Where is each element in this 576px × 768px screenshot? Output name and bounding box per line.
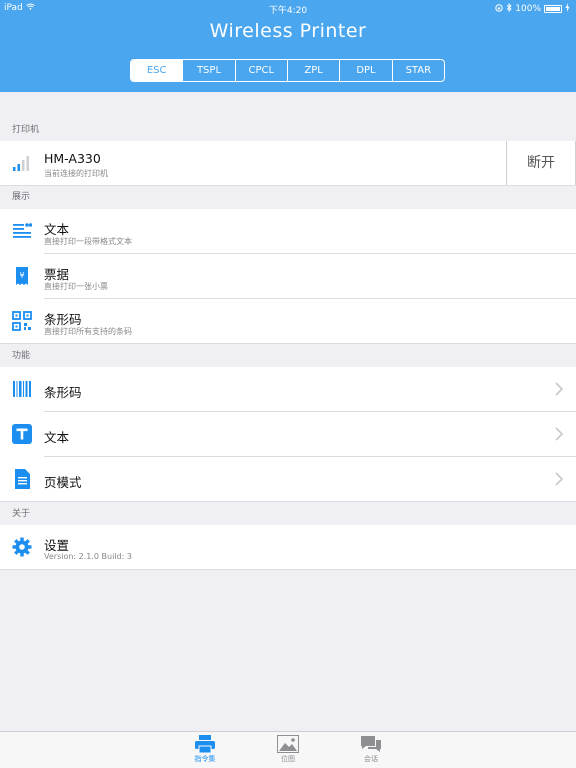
function-item-page-mode[interactable]: 页模式 <box>0 457 576 502</box>
function-item-title: 页模式 <box>44 475 82 490</box>
chevron-right-icon <box>555 427 564 441</box>
bluetooth-icon <box>506 2 512 15</box>
tab-label: 会话 <box>364 755 378 763</box>
segment-zpl[interactable]: ZPL <box>286 60 339 81</box>
demo-item-text[interactable]: 文本 直接打印一段带格式文本 <box>0 209 576 254</box>
demo-item-receipt[interactable]: ¥ 票据 直接打印一张小票 <box>0 254 576 299</box>
section-header-demo: 展示 <box>12 192 31 202</box>
section-header-functions: 功能 <box>12 351 31 361</box>
printer-icon <box>195 735 215 753</box>
demo-item-subtitle: 直接打印所有支持的条码 <box>44 327 132 336</box>
chevron-right-icon <box>555 382 564 396</box>
function-item-title: 文本 <box>44 430 70 445</box>
document-icon <box>15 469 30 489</box>
function-item-barcode[interactable]: 条形码 <box>0 367 576 412</box>
chat-icon <box>361 736 381 752</box>
section-header-printer: 打印机 <box>12 125 40 135</box>
signal-bars-icon <box>13 156 29 171</box>
demo-item-subtitle: 直接打印一张小票 <box>44 282 108 291</box>
divider <box>0 501 576 502</box>
svg-text:¥: ¥ <box>19 271 24 280</box>
battery-percent: 100% <box>515 4 541 14</box>
tab-bar: 指令集 位图 会话 <box>0 731 576 768</box>
status-bar: iPad 下午4:20 100% <box>0 0 576 16</box>
tab-label: 指令集 <box>194 755 216 763</box>
printer-name: HM-A330 <box>44 151 101 166</box>
function-item-text[interactable]: 文本 <box>0 412 576 457</box>
printer-subtitle: 当前连接的打印机 <box>44 169 108 178</box>
battery-icon <box>544 5 562 13</box>
page-title: Wireless Printer <box>209 20 367 42</box>
section-header-about: 关于 <box>12 509 31 519</box>
charging-icon <box>565 3 570 15</box>
version-text: Version: 2.1.0 Build: 3 <box>44 552 132 561</box>
status-right: 100% <box>495 2 570 15</box>
image-icon <box>277 735 299 753</box>
demo-item-barcode[interactable]: 条形码 直接打印所有支持的条码 <box>0 299 576 344</box>
command-set-segmented-control: ESC TSPL CPCL ZPL DPL STAR <box>130 59 445 82</box>
settings-row[interactable]: 设置 Version: 2.1.0 Build: 3 <box>0 525 576 570</box>
tab-command-set[interactable]: 指令集 <box>185 735 225 764</box>
nav-header: iPad 下午4:20 100% Wireless Printer ESC TS… <box>0 0 576 92</box>
segment-esc[interactable]: ESC <box>131 60 183 81</box>
disconnect-button[interactable]: 断开 <box>506 141 576 186</box>
segment-cpcl[interactable]: CPCL <box>234 60 287 81</box>
divider <box>0 343 576 344</box>
qrcode-icon <box>12 311 32 331</box>
tab-chat[interactable]: 会话 <box>351 735 391 764</box>
segment-star[interactable]: STAR <box>391 60 444 81</box>
tab-bitmap[interactable]: 位图 <box>268 735 308 764</box>
tab-label: 位图 <box>281 755 295 763</box>
status-time: 下午4:20 <box>268 6 308 16</box>
printer-row[interactable]: HM-A330 当前连接的打印机 断开 <box>0 141 576 186</box>
text-t-icon <box>12 424 32 444</box>
demo-item-subtitle: 直接打印一段带格式文本 <box>44 237 132 246</box>
receipt-icon: ¥ <box>16 267 28 285</box>
rotation-lock-icon <box>495 3 503 15</box>
divider <box>0 569 576 570</box>
chevron-right-icon <box>555 472 564 486</box>
segment-dpl[interactable]: DPL <box>339 60 391 81</box>
barcode-icon <box>13 381 31 397</box>
segment-tspl[interactable]: TSPL <box>182 60 234 81</box>
gear-icon <box>12 537 32 557</box>
function-item-title: 条形码 <box>44 385 82 400</box>
text-lines-icon <box>13 223 32 238</box>
